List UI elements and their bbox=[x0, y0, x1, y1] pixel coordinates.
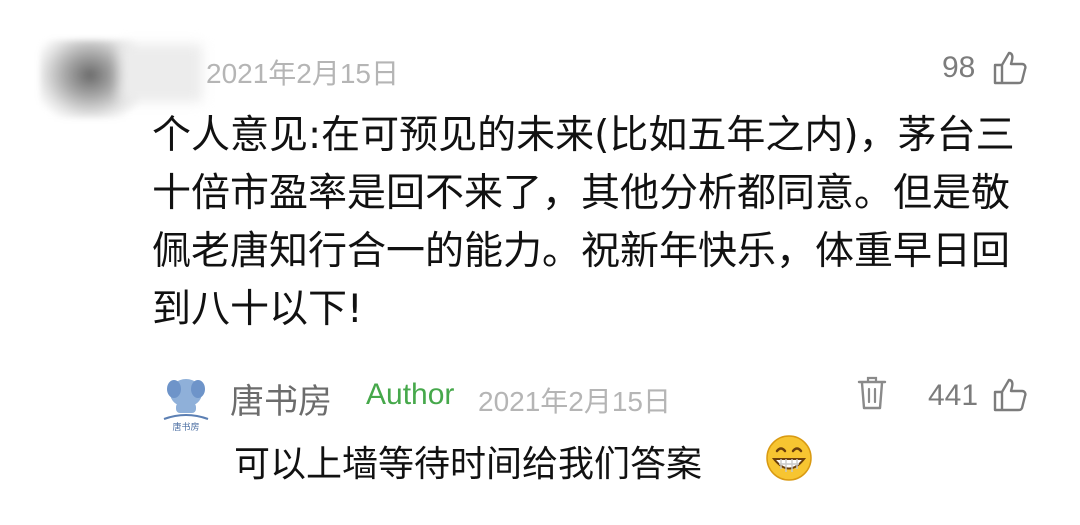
reply-date: 2021年2月15日 bbox=[478, 386, 672, 417]
commenter-name-blurred bbox=[120, 44, 202, 102]
comment-date: 2021年2月15日 bbox=[206, 58, 400, 89]
thumbs-up-icon[interactable] bbox=[992, 377, 1028, 413]
author-avatar[interactable]: 唐书房 bbox=[158, 373, 214, 433]
thumbs-up-icon[interactable] bbox=[992, 50, 1028, 86]
comment-like-count: 98 bbox=[942, 51, 976, 84]
reply-text: 可以上墙等待时间给我们答案 bbox=[234, 444, 703, 485]
reply-like-count: 441 bbox=[928, 379, 979, 412]
author-badge: Author bbox=[366, 378, 455, 411]
reply-author-name[interactable]: 唐书房 bbox=[230, 374, 332, 423]
avatar-caption: 唐书房 bbox=[172, 421, 199, 433]
comment-text: 个人意见:在可预见的未来(比如五年之内)，茅台三十倍市盈率是回不来了，其他分析都… bbox=[152, 113, 1015, 332]
grinning-face-icon bbox=[766, 435, 812, 481]
trash-icon[interactable] bbox=[856, 375, 888, 411]
